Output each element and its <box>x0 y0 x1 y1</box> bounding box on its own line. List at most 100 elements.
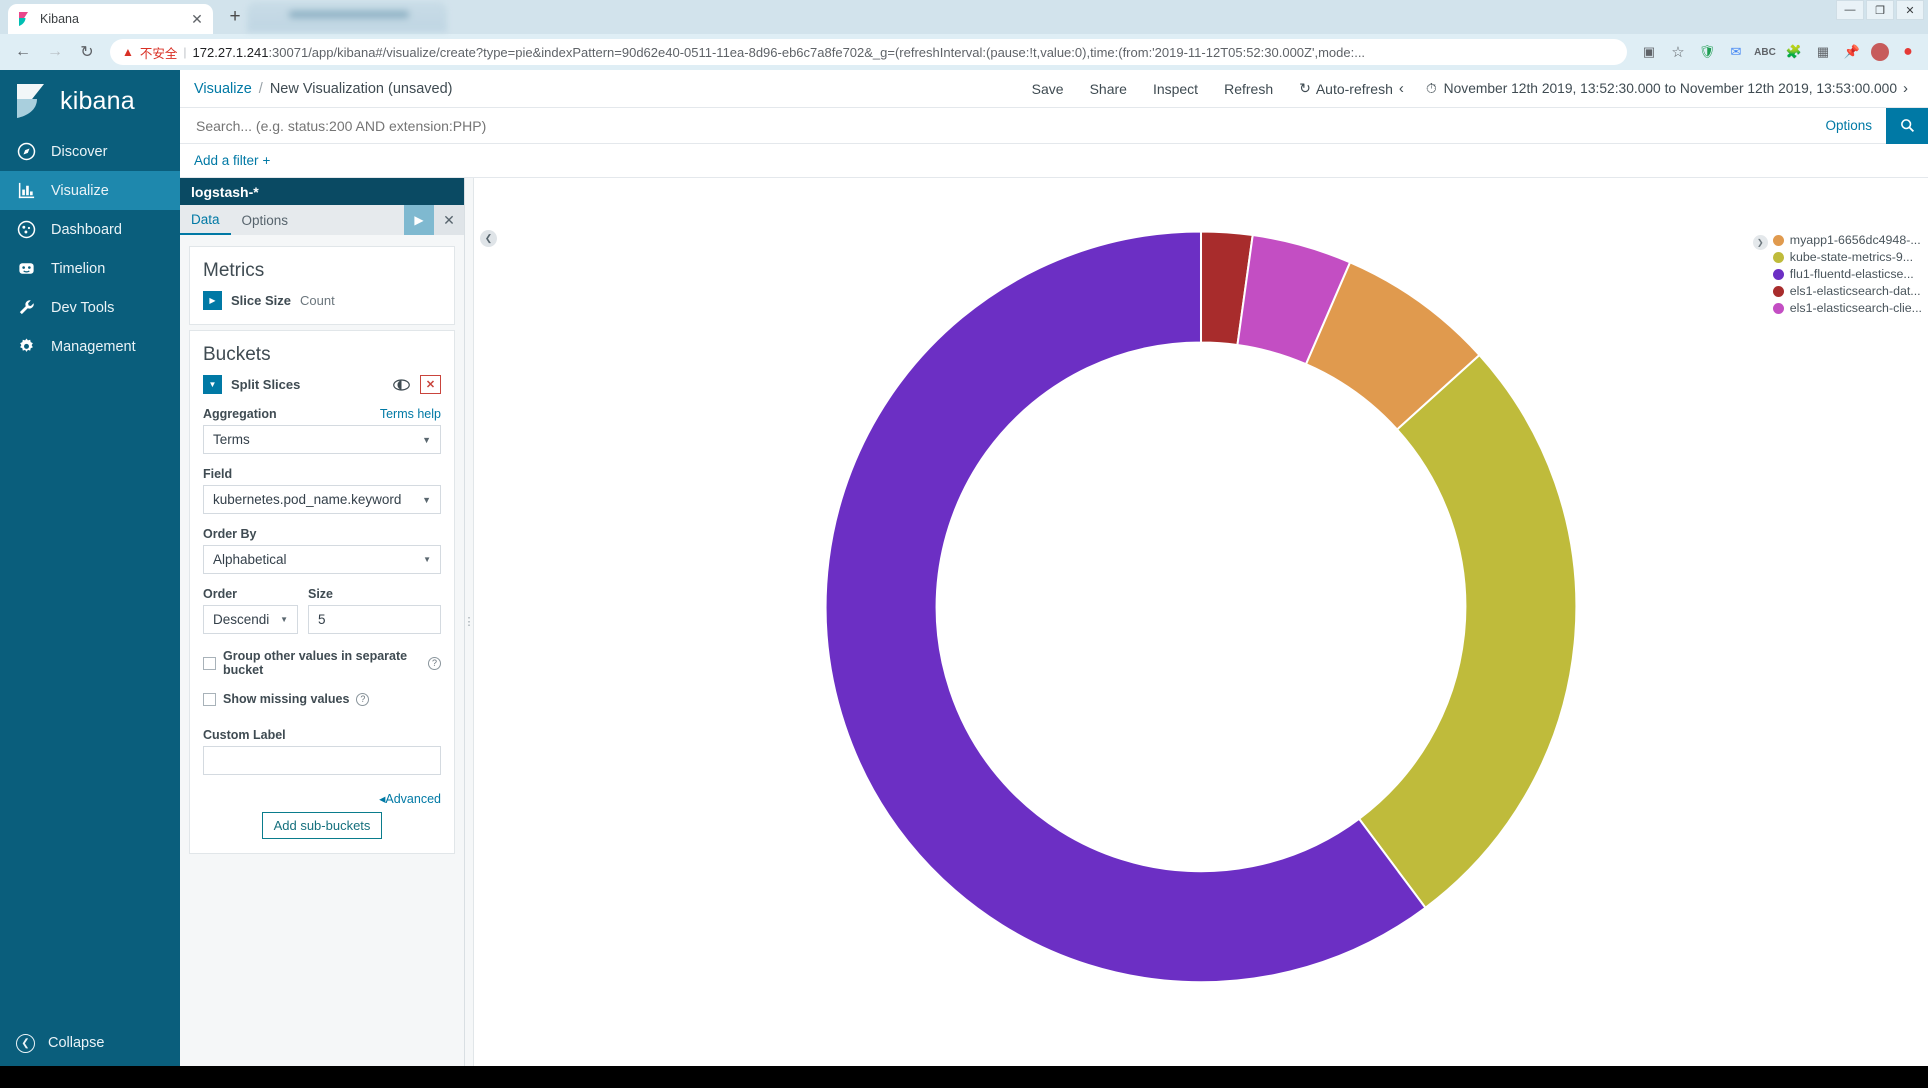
order-select[interactable]: Descendi ▼ <box>203 605 298 634</box>
refresh-button[interactable]: Refresh <box>1224 81 1273 97</box>
add-sub-buckets-button[interactable]: Add sub-buckets <box>261 812 383 839</box>
apply-changes-button[interactable]: ▶ <box>404 205 434 235</box>
sidebar-item-dev-tools[interactable]: Dev Tools <box>0 288 180 327</box>
chevron-left-icon: ❮ <box>16 1033 35 1053</box>
search-input[interactable] <box>194 113 1798 138</box>
aggregation-select[interactable]: Terms ▼ <box>203 425 441 454</box>
background-tab-blurred[interactable] <box>247 2 447 32</box>
sidebar-item-management[interactable]: Management <box>0 327 180 366</box>
legend-item[interactable]: els1-elasticsearch-clie... <box>1772 301 1922 315</box>
show-missing-values-row[interactable]: Show missing values ? <box>203 692 441 706</box>
add-filter-button[interactable]: Add a filter + <box>194 153 270 168</box>
sidebar-collapse-button[interactable]: ❮ Collapse <box>0 1020 180 1066</box>
translate-icon[interactable]: ▣ <box>1639 42 1659 62</box>
sidebar-item-timelion[interactable]: Timelion <box>0 249 180 288</box>
field-value: kubernetes.pod_name.keyword <box>213 492 402 507</box>
remove-bucket-button[interactable]: ✕ <box>420 375 441 394</box>
chart-area: ❮ ❯ myapp1-6656dc4948-... kube-state-met… <box>474 178 1928 1066</box>
share-button[interactable]: Share <box>1090 81 1127 97</box>
breadcrumb-visualize-link[interactable]: Visualize <box>194 81 252 97</box>
advanced-toggle[interactable]: ◂Advanced <box>203 791 441 806</box>
order-by-select[interactable]: Alphabetical ▼ <box>203 545 441 574</box>
app-toolbar: Visualize / New Visualization (unsaved) … <box>180 70 1928 108</box>
search-submit-button[interactable] <box>1886 107 1928 144</box>
tab-data[interactable]: Data <box>180 205 231 235</box>
legend-item[interactable]: myapp1-6656dc4948-... <box>1772 233 1922 247</box>
chevron-down-icon: ▼ <box>422 434 431 445</box>
forward-button[interactable]: → <box>42 39 68 65</box>
browser-toolbar-icons: ▣ ☆ 🛡 ✉ ABC 🧩 ▦ 📌 ● <box>1633 42 1918 62</box>
chevron-down-icon: ▼ <box>280 615 288 624</box>
tab-options[interactable]: Options <box>231 205 300 235</box>
group-other-checkbox[interactable] <box>203 656 216 670</box>
new-tab-button[interactable]: + <box>219 2 251 32</box>
caret-down-icon[interactable]: ▼ <box>203 375 222 394</box>
time-prev-button[interactable]: ‹ <box>1393 80 1410 97</box>
legend-item[interactable]: els1-elasticsearch-dat... <box>1772 284 1922 298</box>
minimize-button[interactable]: — <box>1836 0 1864 20</box>
address-bar[interactable]: ▲ 不安全 | 172.27.1.241:30071/app/kibana#/v… <box>110 39 1627 65</box>
bar-chart-icon <box>16 180 37 201</box>
custom-label-group: Custom Label <box>203 728 441 775</box>
back-button[interactable]: ← <box>10 39 36 65</box>
browser-menu-icon[interactable]: ● <box>1898 42 1918 62</box>
inspect-button[interactable]: Inspect <box>1153 81 1198 97</box>
pin-icon[interactable]: 📌 <box>1842 42 1862 62</box>
metric-slice-size-row[interactable]: ▶ Slice Size Count <box>203 291 441 310</box>
breadcrumb: Visualize / New Visualization (unsaved) <box>194 81 453 97</box>
url-host: 172.27.1.241 <box>192 44 269 60</box>
breadcrumb-current: New Visualization (unsaved) <box>269 80 453 97</box>
auto-refresh-button[interactable]: ↻ Auto-refresh <box>1299 80 1393 97</box>
clock-icon: ⏱ <box>1425 80 1437 96</box>
time-next-button[interactable]: › <box>1897 80 1914 97</box>
time-range-picker[interactable]: ⏱ November 12th 2019, 13:52:30.000 to No… <box>1426 81 1897 97</box>
taskbar <box>0 1066 1928 1088</box>
order-value: Descendi <box>213 612 270 627</box>
shield-icon[interactable]: 🛡 <box>1697 42 1717 62</box>
legend-item[interactable]: kube-state-metrics-9... <box>1772 250 1922 264</box>
save-button[interactable]: Save <box>1032 81 1064 97</box>
custom-label-input[interactable] <box>203 746 441 775</box>
mail-icon[interactable]: ✉ <box>1726 42 1746 62</box>
apps-grid-icon[interactable]: ▦ <box>1813 42 1833 62</box>
tab-title: Kibana <box>40 12 79 26</box>
reload-button[interactable]: ↻ <box>74 39 100 65</box>
sidebar-item-visualize[interactable]: Visualize <box>0 171 180 210</box>
bookmark-star-icon[interactable]: ☆ <box>1668 42 1688 62</box>
question-mark-icon[interactable]: ? <box>356 692 370 706</box>
omnibox-separator: | <box>183 45 187 59</box>
donut-chart-svg[interactable] <box>474 178 1928 1066</box>
spellcheck-icon[interactable]: ABC <box>1754 42 1776 62</box>
order-group: Order Descendi ▼ <box>203 587 298 634</box>
group-other-values-row[interactable]: Group other values in separate bucket ? <box>203 649 441 677</box>
extensions-puzzle-icon[interactable]: 🧩 <box>1784 42 1804 62</box>
panel-resizer[interactable]: ⋮ <box>464 178 475 1066</box>
query-bar: Options <box>180 107 1928 144</box>
sidebar-item-dashboard[interactable]: Dashboard <box>0 210 180 249</box>
size-input[interactable]: 5 <box>308 605 441 634</box>
question-mark-icon[interactable]: ? <box>428 656 441 670</box>
index-pattern-header: logstash-* <box>180 178 464 205</box>
discard-changes-button[interactable]: ✕ <box>434 205 464 235</box>
metric-label: Slice Size <box>231 293 291 308</box>
sidebar-item-discover[interactable]: Discover <box>0 132 180 171</box>
query-options-link[interactable]: Options <box>1811 118 1886 133</box>
aggregation-label-row: Aggregation Terms help <box>203 407 441 425</box>
profile-avatar[interactable] <box>1871 43 1889 61</box>
order-by-group: Order By Alphabetical ▼ <box>203 527 441 574</box>
close-window-button[interactable]: ✕ <box>1896 0 1924 20</box>
donut-slice[interactable] <box>1357 353 1578 910</box>
plus-icon: + <box>262 153 271 168</box>
bucket-split-slices-row[interactable]: ▼ Split Slices ✕ <box>203 375 441 394</box>
tab-close-icon[interactable]: ✕ <box>189 12 205 26</box>
field-select[interactable]: kubernetes.pod_name.keyword ▼ <box>203 485 441 514</box>
legend-toggle-button[interactable]: ❯ <box>1752 235 1768 250</box>
maximize-button[interactable]: ❐ <box>1866 0 1894 20</box>
show-missing-checkbox[interactable] <box>203 692 216 706</box>
browser-tab-kibana[interactable]: Kibana ✕ <box>8 4 213 34</box>
eye-toggle-icon[interactable] <box>392 375 411 394</box>
legend-item[interactable]: flu1-fluentd-elasticse... <box>1772 267 1922 281</box>
caret-right-icon[interactable]: ▶ <box>203 291 222 310</box>
terms-help-link[interactable]: Terms help <box>380 407 441 421</box>
